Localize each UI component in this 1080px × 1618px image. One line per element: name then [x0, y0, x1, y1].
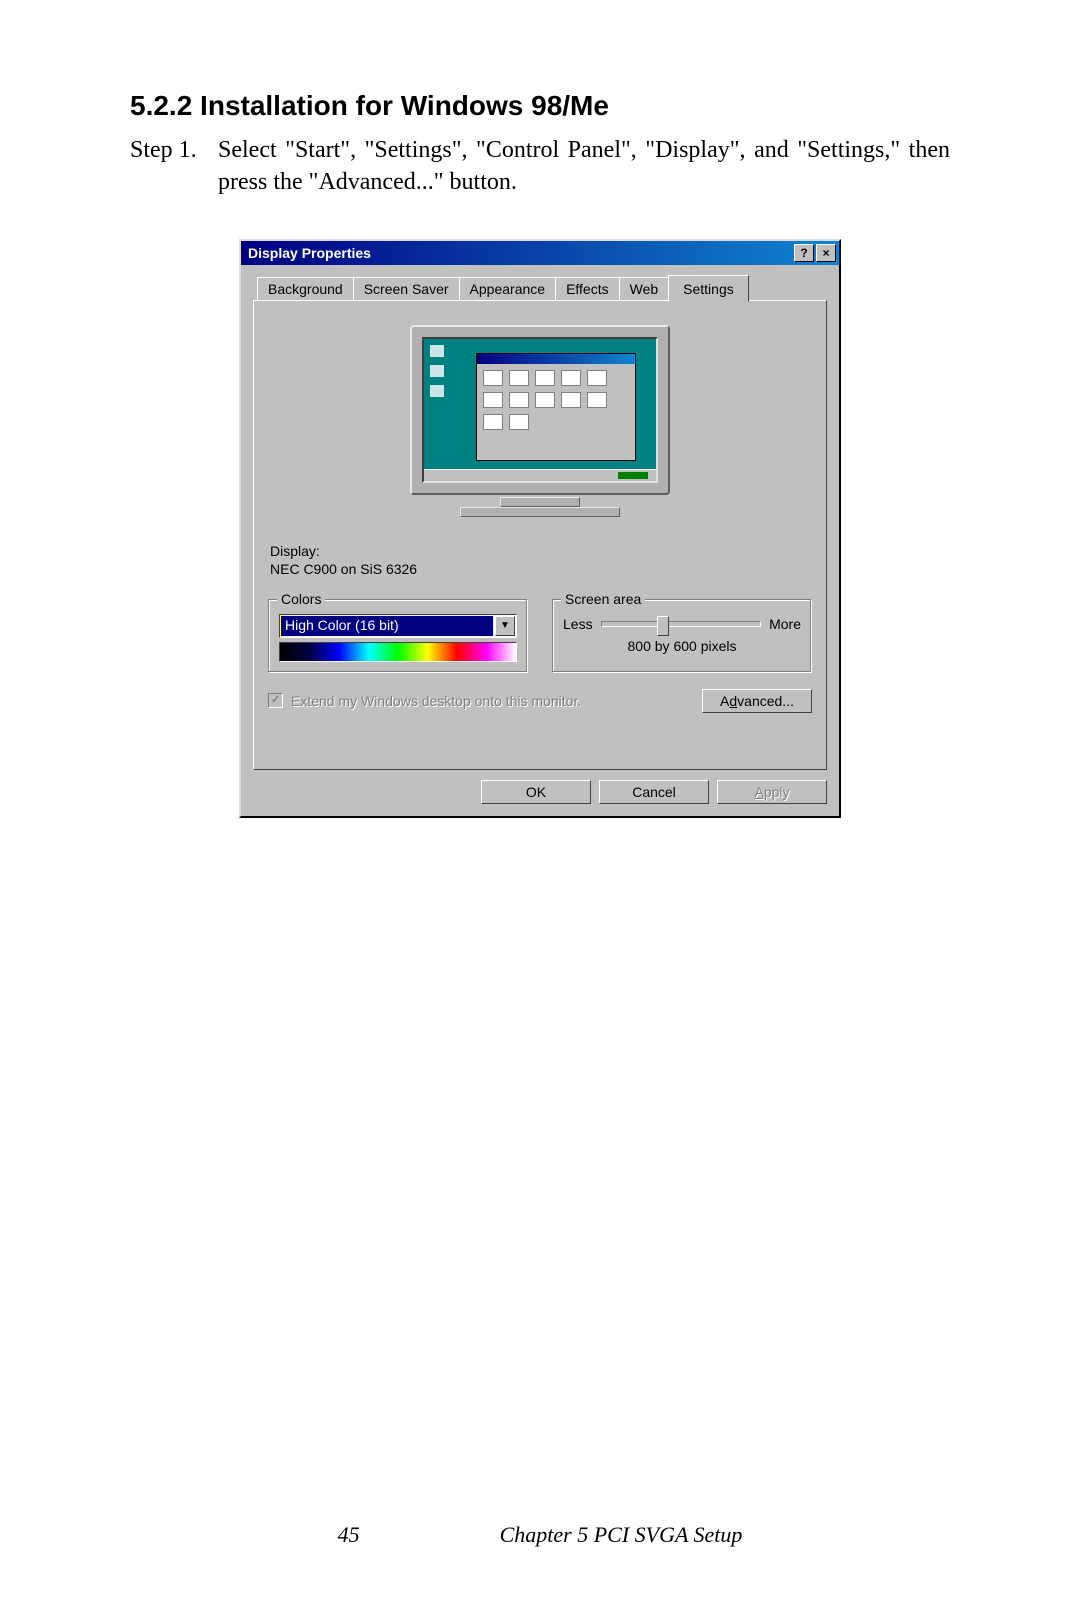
colors-group: Colors High Color (16 bit) ▼	[268, 599, 528, 673]
apply-button: Apply	[717, 780, 827, 804]
cancel-button[interactable]: Cancel	[599, 780, 709, 804]
extend-desktop-label: Extend my Windows desktop onto this moni…	[291, 693, 581, 709]
apply-suffix: pply	[764, 784, 790, 800]
color-preview-bar	[279, 642, 517, 662]
step-text: Select "Start", "Settings", "Control Pan…	[218, 134, 950, 199]
page-number: 45	[338, 1522, 360, 1548]
chevron-down-icon[interactable]: ▼	[495, 616, 515, 636]
advanced-accel: d	[729, 693, 737, 709]
display-label: Display:	[270, 543, 812, 559]
close-button[interactable]: ×	[816, 244, 836, 262]
ok-button[interactable]: OK	[481, 780, 591, 804]
step-1: Step 1. Select "Start", "Settings", "Con…	[130, 134, 950, 199]
extend-desktop-checkbox: ✓	[268, 693, 283, 708]
slider-thumb[interactable]	[657, 616, 669, 636]
advanced-button[interactable]: Advanced...	[702, 689, 812, 713]
settings-tab-panel: Display: NEC C900 on SiS 6326 Colors Hig…	[253, 300, 827, 770]
tab-settings[interactable]: Settings	[668, 275, 749, 302]
tab-strip: Background Screen Saver Appearance Effec…	[257, 275, 827, 300]
tab-appearance[interactable]: Appearance	[459, 277, 557, 300]
help-button[interactable]: ?	[794, 244, 814, 262]
display-value: NEC C900 on SiS 6326	[270, 561, 812, 577]
tab-web[interactable]: Web	[619, 277, 670, 300]
display-properties-dialog: Display Properties ? × Background Screen…	[239, 239, 841, 818]
slider-more-label: More	[769, 616, 801, 632]
step-label: Step 1.	[130, 134, 218, 199]
titlebar: Display Properties ? ×	[241, 241, 839, 265]
page-footer: 45 Chapter 5 PCI SVGA Setup	[0, 1522, 1080, 1548]
titlebar-text: Display Properties	[244, 245, 792, 261]
screen-area-group: Screen area Less More 800 by 600 pixels	[552, 599, 812, 673]
screen-area-legend: Screen area	[561, 591, 645, 607]
slider-less-label: Less	[563, 616, 593, 632]
advanced-suffix: vanced...	[737, 693, 794, 709]
monitor-preview	[410, 325, 670, 525]
colors-legend: Colors	[277, 591, 325, 607]
chapter-label: Chapter 5 PCI SVGA Setup	[500, 1522, 743, 1548]
resolution-value: 800 by 600 pixels	[563, 638, 801, 654]
tab-background[interactable]: Background	[257, 277, 354, 300]
resolution-slider[interactable]	[601, 621, 762, 627]
tab-screensaver[interactable]: Screen Saver	[353, 277, 460, 300]
advanced-prefix: A	[720, 693, 729, 709]
color-depth-dropdown[interactable]: High Color (16 bit) ▼	[279, 614, 517, 638]
apply-accel: A	[754, 784, 763, 800]
section-title: 5.2.2 Installation for Windows 98/Me	[130, 90, 950, 122]
tab-effects[interactable]: Effects	[555, 277, 620, 300]
color-depth-value: High Color (16 bit)	[281, 616, 493, 636]
